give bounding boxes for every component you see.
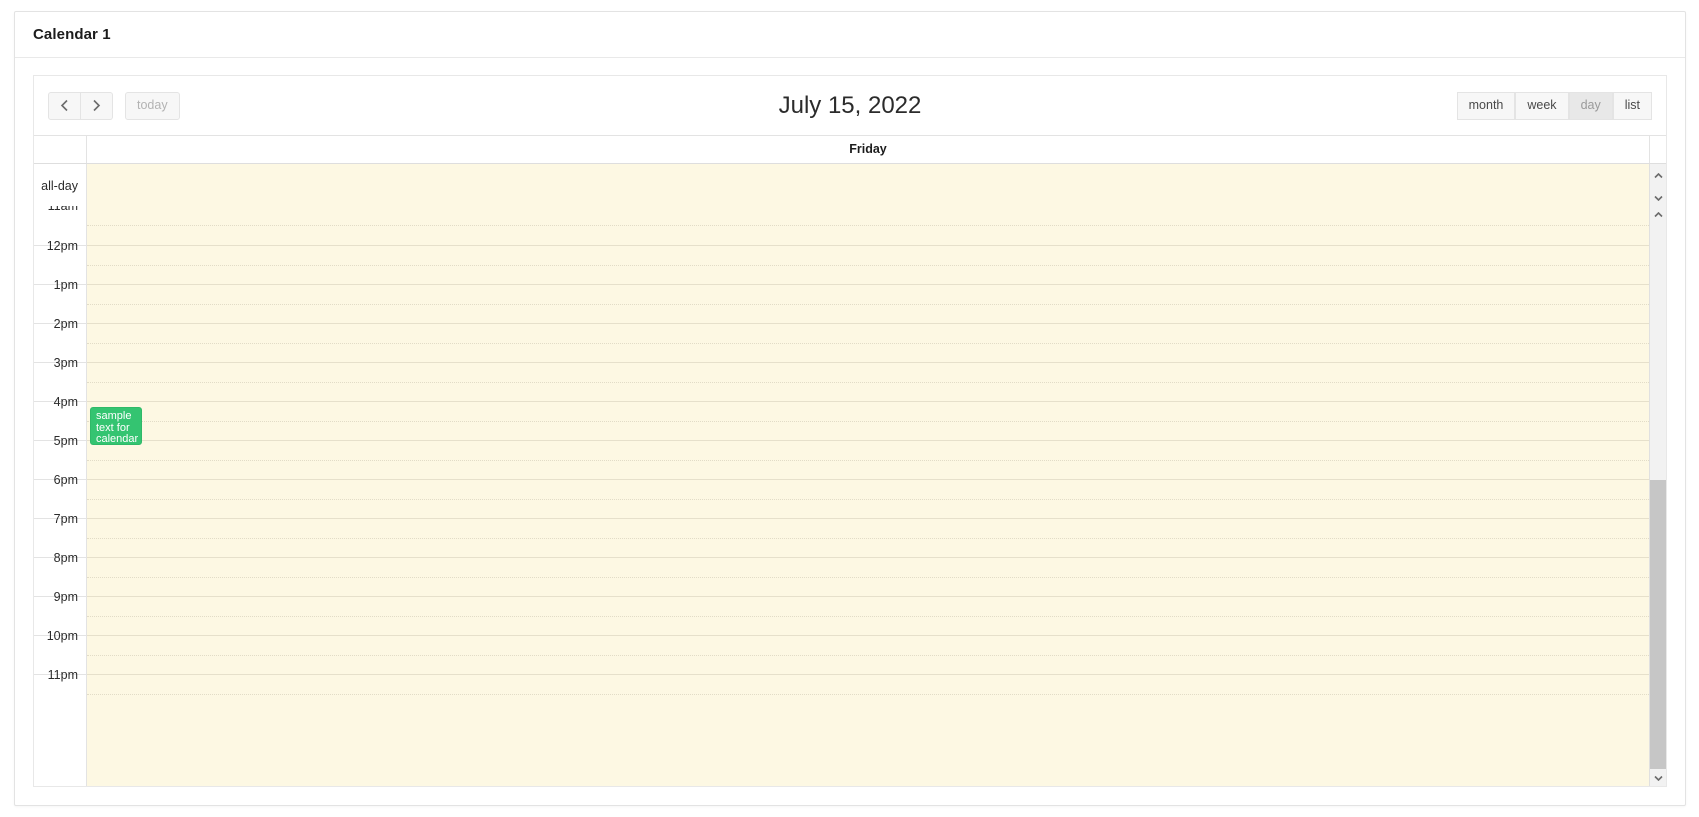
- time-slot-cell[interactable]: [87, 479, 1649, 518]
- time-slot-cell[interactable]: [87, 284, 1649, 323]
- scroll-up-arrow[interactable]: [1650, 206, 1667, 223]
- time-slot-label: 11pm: [34, 668, 86, 713]
- time-slot-cell[interactable]: [87, 323, 1649, 362]
- header-gutter: [1649, 136, 1666, 163]
- view-switcher-group: month week day list: [1456, 91, 1652, 120]
- time-slot-cell[interactable]: [87, 596, 1649, 635]
- view-button-week[interactable]: week: [1515, 91, 1569, 120]
- scrollbar-track[interactable]: [1650, 223, 1666, 769]
- day-view: Friday all-day 11am 12pm 1pm 2pm 3pm 4pm…: [34, 135, 1666, 786]
- card-header: Calendar 1: [15, 12, 1685, 58]
- time-slot-cell[interactable]: [87, 245, 1649, 284]
- calendar-toolbar: today July 15, 2022 month week day list: [34, 76, 1666, 135]
- time-slot-cell[interactable]: [87, 362, 1649, 401]
- next-button[interactable]: [81, 91, 113, 120]
- chevron-right-icon: [92, 99, 101, 112]
- page-title: Calendar 1: [33, 26, 111, 43]
- scrollbar-thumb[interactable]: [1650, 479, 1666, 769]
- scroll-down-arrow[interactable]: [1650, 769, 1667, 786]
- view-button-month[interactable]: month: [1456, 91, 1516, 120]
- calendar-card: Calendar 1 today July 15, 2022 month wee…: [14, 11, 1686, 806]
- time-slot-cell[interactable]: [87, 440, 1649, 479]
- toolbar-left-group: today: [48, 91, 180, 120]
- time-slot-cell[interactable]: [87, 401, 1649, 440]
- time-axis: 11am 12pm 1pm 2pm 3pm 4pm 5pm 6pm 7pm 8p…: [34, 206, 87, 786]
- all-day-lane[interactable]: [87, 164, 1649, 208]
- time-slot-cell[interactable]: [87, 557, 1649, 596]
- all-day-row: all-day: [34, 164, 1666, 210]
- day-lane[interactable]: sample text for calendar: [87, 206, 1649, 786]
- all-day-scrollbar[interactable]: [1649, 164, 1666, 208]
- fullcalendar: today July 15, 2022 month week day list …: [33, 75, 1667, 787]
- nav-button-group: [48, 91, 113, 120]
- time-grid-wrapper: 11am 12pm 1pm 2pm 3pm 4pm 5pm 6pm 7pm 8p…: [34, 206, 1666, 786]
- prev-button[interactable]: [48, 91, 81, 120]
- time-grid-scrollbar[interactable]: [1649, 206, 1666, 786]
- view-button-list[interactable]: list: [1612, 91, 1652, 120]
- header-axis-corner: [34, 136, 87, 163]
- all-day-label: all-day: [34, 164, 87, 208]
- time-grid-body: 11am 12pm 1pm 2pm 3pm 4pm 5pm 6pm 7pm 8p…: [34, 206, 1649, 786]
- time-slot-cell[interactable]: [87, 674, 1649, 713]
- today-button[interactable]: today: [125, 91, 180, 120]
- time-slot-cell[interactable]: [87, 518, 1649, 557]
- view-button-day[interactable]: day: [1568, 91, 1613, 120]
- day-header-row: Friday: [34, 136, 1666, 164]
- scroll-up-icon[interactable]: [1653, 166, 1663, 184]
- time-slot-cell[interactable]: [87, 635, 1649, 674]
- chevron-left-icon: [60, 99, 69, 112]
- card-body: today July 15, 2022 month week day list …: [15, 58, 1685, 805]
- toolbar-date-title: July 15, 2022: [778, 91, 922, 119]
- calendar-event[interactable]: sample text for calendar: [90, 407, 142, 445]
- scroll-down-icon[interactable]: [1653, 188, 1663, 206]
- day-header-friday[interactable]: Friday: [87, 136, 1649, 163]
- time-slot-cell[interactable]: [87, 206, 1649, 245]
